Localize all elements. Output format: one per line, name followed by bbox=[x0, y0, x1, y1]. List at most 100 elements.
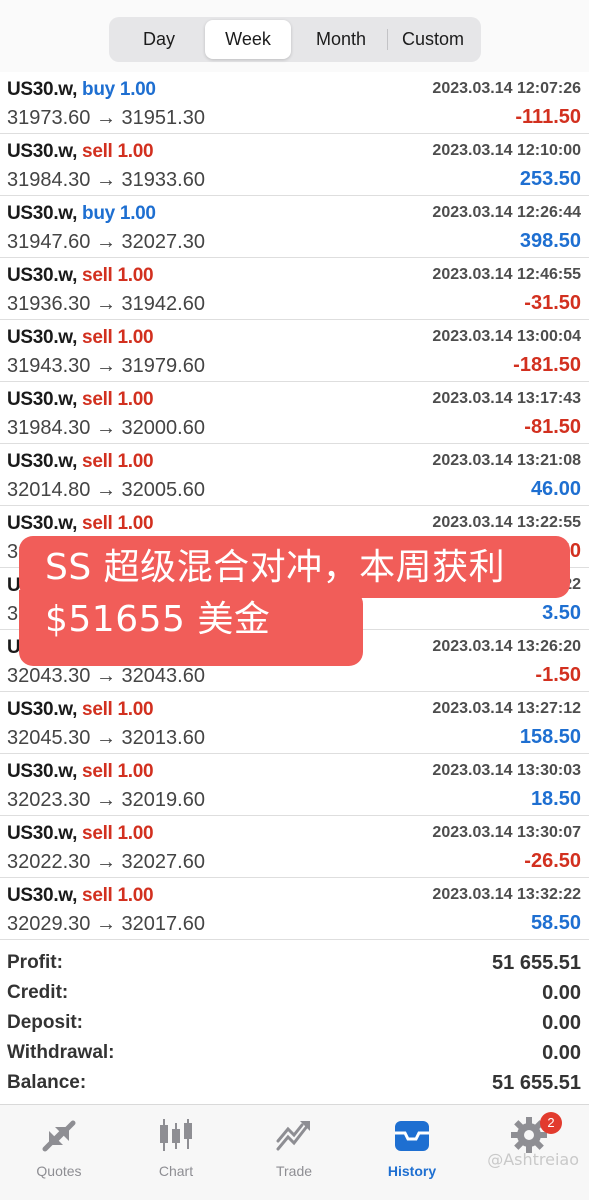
trade-prices: 32023.30 → 32019.60 bbox=[7, 789, 205, 812]
trade-symbol-line: US30.w, sell 1.00 bbox=[7, 265, 154, 287]
banner-text: SS 超级混合对冲，本周获利$51655 美金 bbox=[45, 547, 506, 640]
trade-prices: 31984.30 → 32000.60 bbox=[7, 417, 205, 440]
trade-row[interactable]: US30.w, sell 1.00 2023.03.14 12:46:55 3193… bbox=[0, 258, 589, 320]
trade-side: sell bbox=[82, 823, 113, 844]
trade-symbol-line: US30.w, buy 1.00 bbox=[7, 79, 156, 101]
price-arrow: → bbox=[95, 727, 116, 749]
segment-custom[interactable]: Custom bbox=[388, 20, 478, 59]
trade-prices: 31943.30 → 31979.60 bbox=[7, 355, 205, 378]
trade-row[interactable]: US30.w, sell 1.00 2023.03.14 13:30:07 3202… bbox=[0, 816, 589, 878]
trade-row[interactable]: US30.w, sell 1.00 2023.03.14 13:17:43 3198… bbox=[0, 382, 589, 444]
trade-time: 2023.03.14 12:46:55 bbox=[432, 266, 581, 283]
trade-row[interactable]: US30.w, buy 1.00 2023.03.14 12:07:26 31973… bbox=[0, 72, 589, 134]
trade-symbol-line: US30.w, buy 1.00 bbox=[7, 203, 156, 225]
trade-prices: 32014.80 → 32005.60 bbox=[7, 479, 205, 502]
close-price: 32000.60 bbox=[121, 417, 205, 439]
trade-symbol-line: US30.w, sell 1.00 bbox=[7, 761, 154, 783]
segment-day[interactable]: Day bbox=[113, 20, 205, 59]
trade-row[interactable]: US30.w, sell 1.00 2023.03.14 13:21:08 3201… bbox=[0, 444, 589, 506]
tab-chart[interactable]: Chart bbox=[126, 1115, 226, 1185]
close-price: 32017.60 bbox=[121, 913, 205, 935]
price-arrow: → bbox=[95, 231, 116, 253]
trade-volume: 1.00 bbox=[117, 823, 154, 844]
trade-volume: 1.00 bbox=[119, 203, 156, 224]
trade-profit: -26.50 bbox=[524, 850, 581, 872]
trade-volume: 1.00 bbox=[117, 761, 154, 782]
summary-label: Profit: bbox=[7, 952, 63, 973]
open-price: 32014.80 bbox=[7, 479, 91, 501]
settings-notification-badge: 2 bbox=[540, 1112, 562, 1134]
trade-side: buy bbox=[82, 203, 115, 224]
summary-value: 51 655.51 bbox=[492, 952, 581, 974]
close-price: 32019.60 bbox=[121, 789, 205, 811]
trade-symbol-line: US30.w, sell 1.00 bbox=[7, 513, 154, 535]
trade-row[interactable]: US30.w, buy 1.00 2023.03.14 12:26:44 31947… bbox=[0, 196, 589, 258]
price-arrow: → bbox=[95, 355, 116, 377]
trade-volume: 1.00 bbox=[117, 141, 154, 162]
trade-profit: -1.50 bbox=[535, 664, 581, 686]
trade-profit: -31.50 bbox=[524, 292, 581, 314]
open-price: 32022.30 bbox=[7, 851, 91, 873]
trade-time: 2023.03.14 12:07:26 bbox=[432, 80, 581, 97]
summary-label: Credit: bbox=[7, 982, 69, 1003]
tab-quotes[interactable]: Quotes bbox=[9, 1115, 109, 1185]
trade-side: sell bbox=[82, 327, 113, 348]
promo-banner-overlay: SS 超级混合对冲，本周获利$51655 美金 bbox=[19, 536, 570, 666]
trade-symbol: US30.w, bbox=[7, 389, 78, 410]
trade-volume: 1.00 bbox=[117, 389, 154, 410]
tab-chart-label: Chart bbox=[158, 1163, 194, 1179]
tab-history[interactable]: History bbox=[362, 1115, 462, 1185]
chart-icon bbox=[160, 1119, 192, 1151]
trade-symbol: US30.w, bbox=[7, 451, 78, 472]
trade-time: 2023.03.14 13:30:03 bbox=[432, 762, 581, 779]
trade-symbol-line: US30.w, sell 1.00 bbox=[7, 885, 154, 907]
trade-row[interactable]: US30.w, sell 1.00 2023.03.14 12:10:00 3198… bbox=[0, 134, 589, 196]
trade-prices: 32029.30 → 32017.60 bbox=[7, 913, 205, 936]
trade-side: sell bbox=[82, 389, 113, 410]
trade-volume: 1.00 bbox=[117, 513, 154, 534]
open-price: 31984.30 bbox=[7, 417, 91, 439]
open-price: 32045.30 bbox=[7, 727, 91, 749]
price-arrow: → bbox=[95, 479, 116, 501]
trade-row[interactable]: US30.w, sell 1.00 2023.03.14 13:32:22 3202… bbox=[0, 878, 589, 940]
close-price: 31933.60 bbox=[121, 169, 205, 191]
trade-profit: -81.50 bbox=[524, 416, 581, 438]
trade-symbol: US30.w, bbox=[7, 327, 78, 348]
trade-prices: 31973.60 → 31951.30 bbox=[7, 107, 205, 130]
trade-symbol: US30.w, bbox=[7, 885, 78, 906]
summary-row: Credit: 0.00 bbox=[0, 980, 589, 1010]
trade-time: 2023.03.14 13:22:55 bbox=[432, 514, 581, 531]
summary-value: 51 655.51 bbox=[492, 1072, 581, 1094]
close-price: 32005.60 bbox=[121, 479, 205, 501]
trade-row[interactable]: US30.w, sell 1.00 2023.03.14 13:30:03 3202… bbox=[0, 754, 589, 816]
trade-symbol-line: US30.w, sell 1.00 bbox=[7, 389, 154, 411]
tab-quotes-label: Quotes bbox=[36, 1163, 82, 1179]
open-price: 31973.60 bbox=[7, 107, 91, 129]
trade-time: 2023.03.14 12:26:44 bbox=[432, 204, 581, 221]
trade-side: sell bbox=[82, 761, 113, 782]
price-arrow: → bbox=[95, 913, 116, 935]
trade-side: sell bbox=[82, 141, 113, 162]
trade-volume: 1.00 bbox=[117, 885, 154, 906]
tab-trade-label: Trade bbox=[275, 1163, 313, 1179]
close-price: 31942.60 bbox=[121, 293, 205, 315]
trade-symbol: US30.w, bbox=[7, 761, 78, 782]
trade-profit: 253.50 bbox=[519, 168, 581, 190]
account-summary: Profit: 51 655.51 Credit: 0.00 Deposit: 0.00 W… bbox=[0, 950, 589, 1100]
trade-side: buy bbox=[82, 79, 115, 100]
trade-prices: 31936.30 → 31942.60 bbox=[7, 293, 205, 316]
segment-month[interactable]: Month bbox=[295, 20, 387, 59]
trade-symbol: US30.w, bbox=[7, 79, 78, 100]
watermark: @Ashtreiao bbox=[487, 1150, 579, 1169]
trade-row[interactable]: US30.w, sell 1.00 2023.03.14 13:27:12 3204… bbox=[0, 692, 589, 754]
trade-symbol-line: US30.w, sell 1.00 bbox=[7, 451, 154, 473]
trade-side: sell bbox=[82, 265, 113, 286]
trade-row[interactable]: US30.w, sell 1.00 2023.03.14 13:00:04 3194… bbox=[0, 320, 589, 382]
trade-time: 2023.03.14 13:21:08 bbox=[432, 452, 581, 469]
trade-history-list: US30.w, buy 1.00 2023.03.14 12:07:26 31973… bbox=[0, 72, 589, 940]
price-arrow: → bbox=[95, 851, 116, 873]
trade-symbol-line: US30.w, sell 1.00 bbox=[7, 699, 154, 721]
segment-week[interactable]: Week bbox=[205, 20, 291, 59]
price-arrow: → bbox=[95, 293, 116, 315]
tab-trade[interactable]: Trade bbox=[244, 1115, 344, 1185]
